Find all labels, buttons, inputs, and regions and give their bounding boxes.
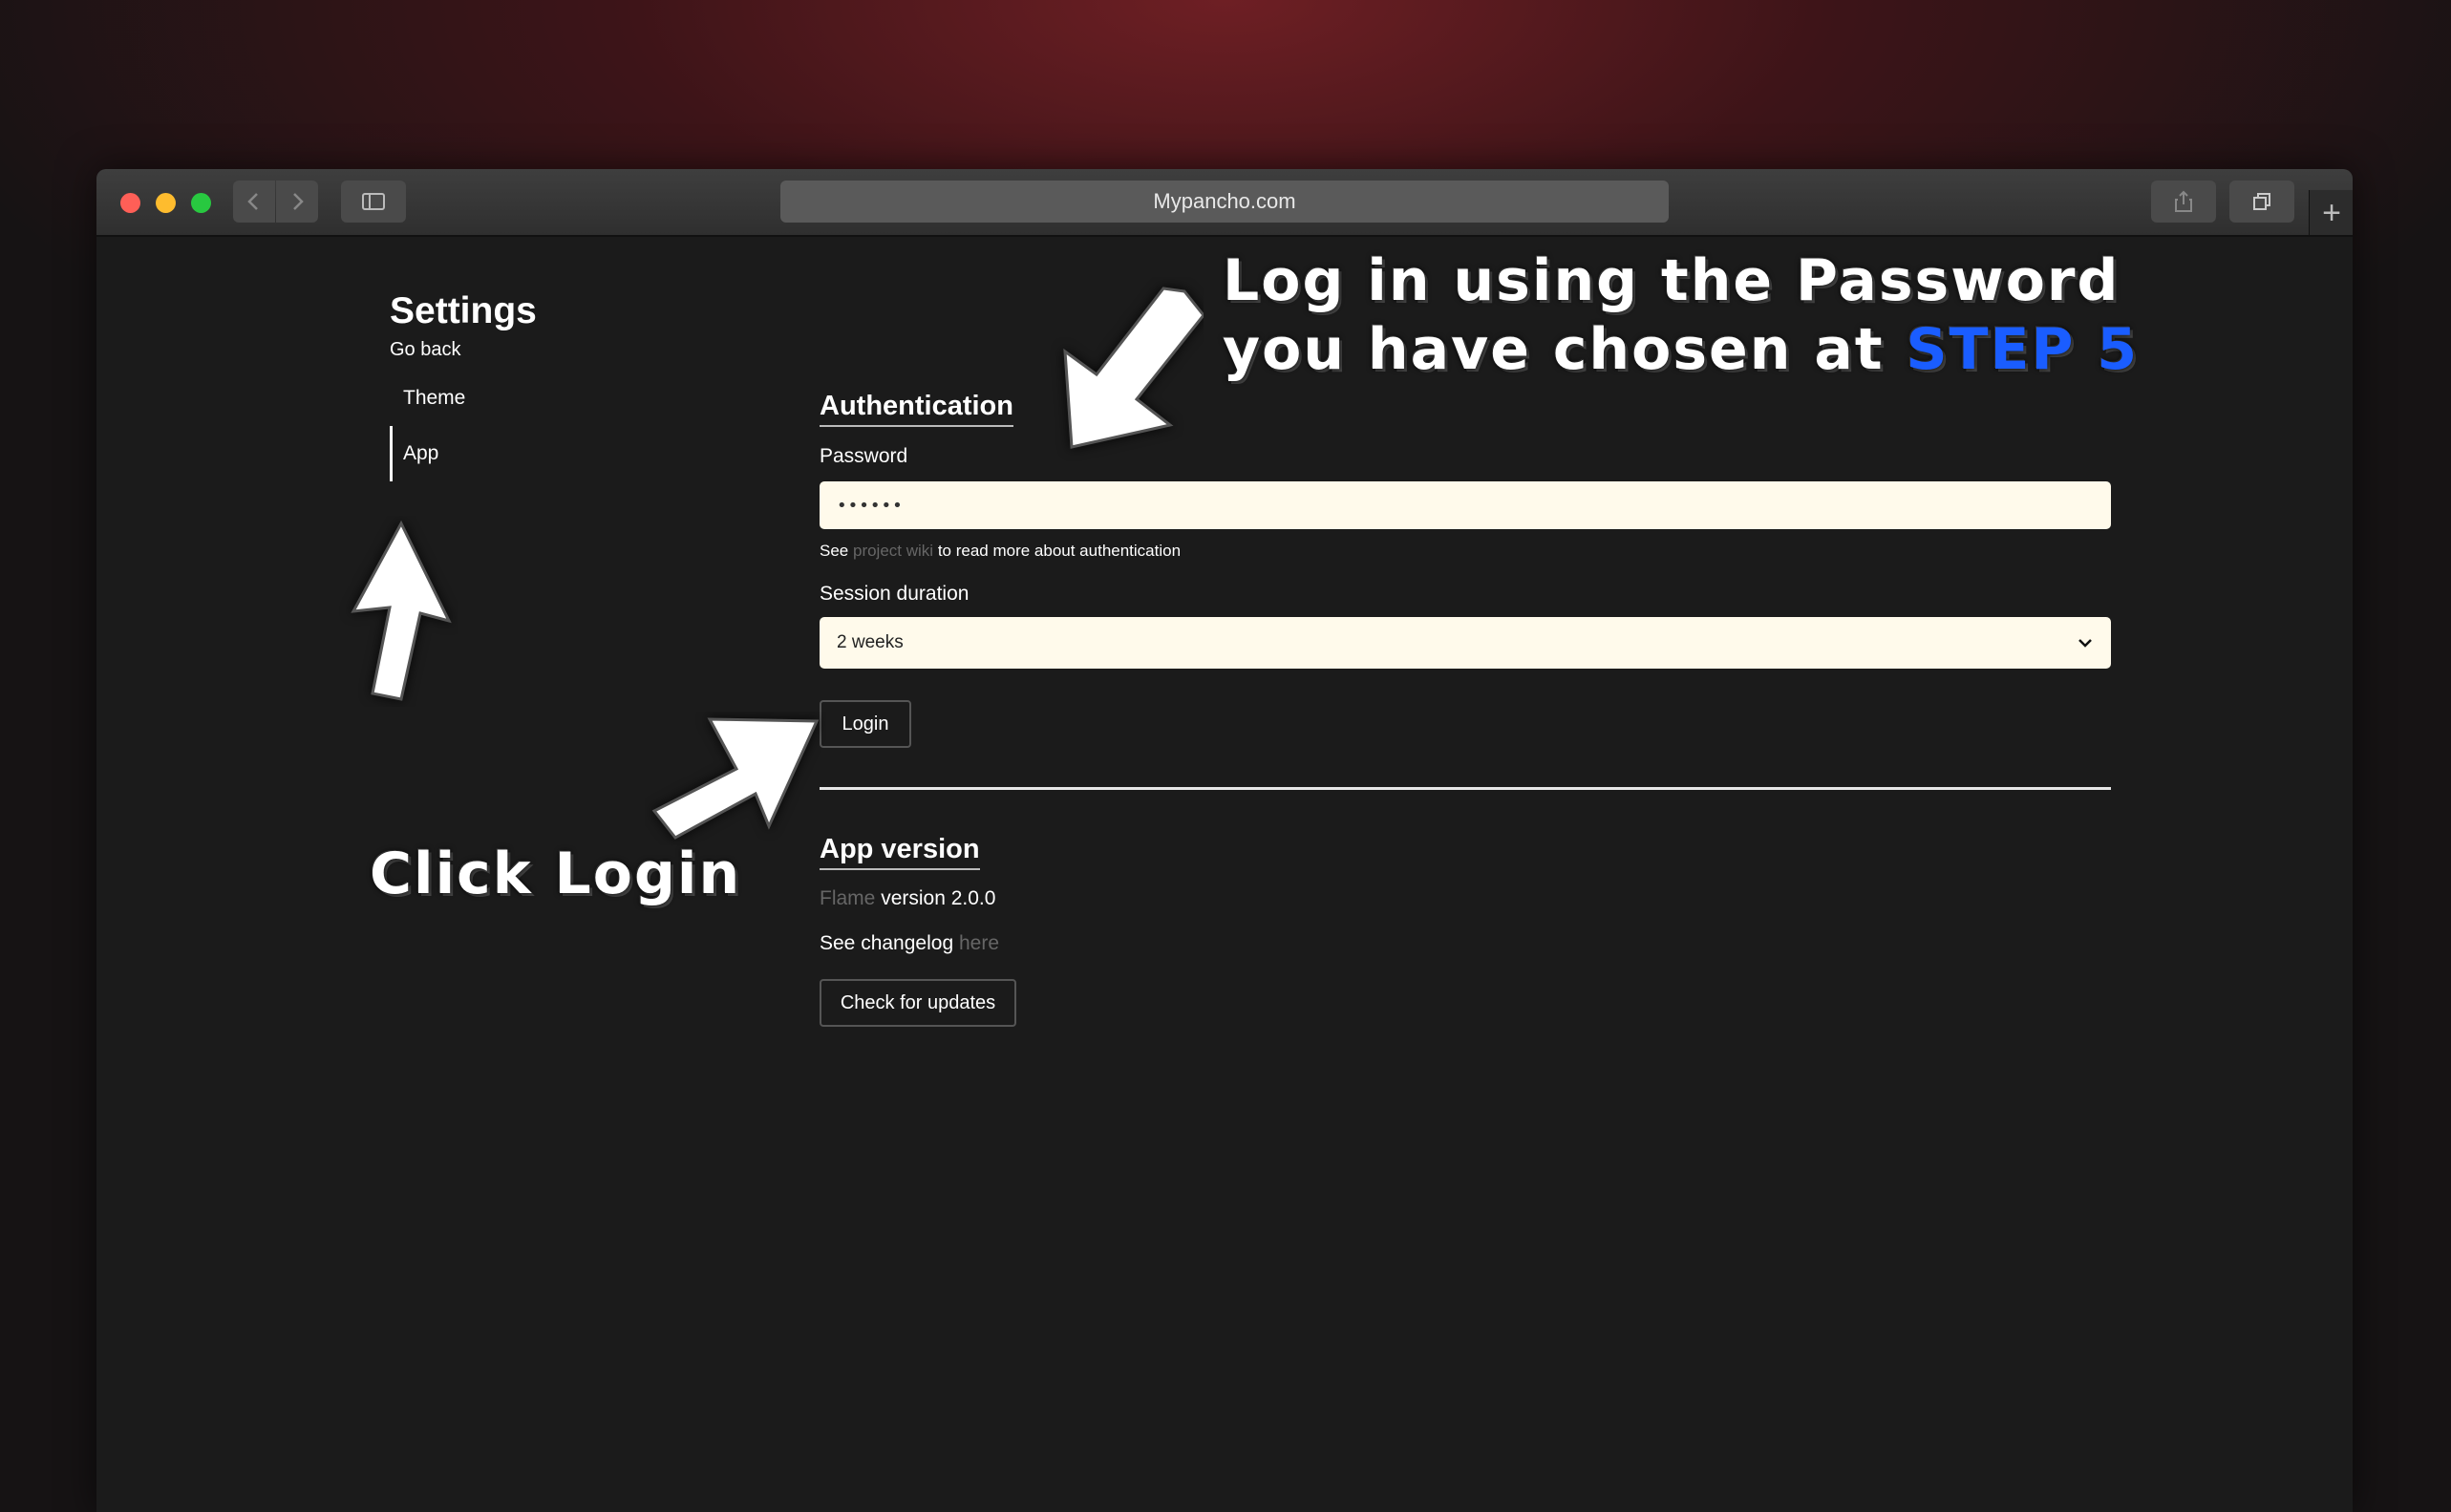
annotation-line-2-text: you have chosen at <box>1223 316 1885 383</box>
hint-prefix: See <box>820 542 849 560</box>
instruction-annotation-left: Click Login <box>370 841 742 907</box>
tab-overview-button[interactable] <box>2229 181 2294 223</box>
sidebar-icon <box>362 193 385 210</box>
settings-title: Settings <box>390 290 537 331</box>
go-back-link[interactable]: Go back <box>390 339 460 361</box>
changelog-line: See changelog here <box>820 932 999 955</box>
version-text: version 2.0.0 <box>881 887 996 909</box>
forward-button[interactable] <box>276 181 318 223</box>
chevron-left-icon <box>247 193 258 210</box>
arrow-to-app-tab-icon <box>351 520 452 701</box>
maximize-window-button[interactable] <box>191 193 211 213</box>
password-input[interactable] <box>820 481 2111 529</box>
chevron-down-icon <box>2078 639 2092 648</box>
browser-titlebar: Mypancho.com + <box>96 169 2353 237</box>
session-duration-label: Session duration <box>820 583 970 605</box>
tabs-icon <box>2253 193 2270 210</box>
project-wiki-link[interactable]: project wiki <box>853 542 933 560</box>
minimize-window-button[interactable] <box>156 193 176 213</box>
app-version-heading: App version <box>820 834 980 870</box>
share-button[interactable] <box>2151 181 2216 223</box>
session-duration-value: 2 weeks <box>837 632 904 652</box>
close-window-button[interactable] <box>120 193 140 213</box>
arrow-to-login-icon <box>651 717 820 840</box>
annotation-line-1: Log in using the Password <box>1223 247 2121 314</box>
sidebar-toggle-button[interactable] <box>341 181 406 223</box>
session-duration-select[interactable]: 2 weeks <box>820 617 2111 669</box>
address-bar[interactable]: Mypancho.com <box>780 181 1669 223</box>
password-label: Password <box>820 445 908 467</box>
app-name[interactable]: Flame <box>820 887 875 909</box>
hint-suffix: to read more about authentication <box>937 542 1182 560</box>
check-for-updates-button[interactable]: Check for updates <box>820 979 1016 1027</box>
authentication-heading: Authentication <box>820 391 1013 427</box>
version-line: Flame version 2.0.0 <box>820 887 995 910</box>
sidebar-item-app[interactable]: App <box>390 426 438 481</box>
changelog-prefix: See changelog <box>820 932 954 954</box>
arrow-to-authentication-icon <box>1063 287 1204 449</box>
auth-hint: See project wiki to read more about auth… <box>820 542 1181 561</box>
chevron-right-icon <box>293 193 304 210</box>
sidebar-item-theme[interactable]: Theme <box>390 371 465 426</box>
changelog-link[interactable]: here <box>959 932 999 954</box>
new-tab-button[interactable]: + <box>2309 190 2353 235</box>
section-divider <box>820 787 2111 790</box>
annotation-step: STEP 5 <box>1906 316 2140 383</box>
annotation-line-2: you have chosen at STEP 5 <box>1223 315 2139 384</box>
instruction-annotation-top: Log in using the Password you have chose… <box>1223 246 2139 384</box>
login-button[interactable]: Login <box>820 700 911 748</box>
share-icon <box>2175 190 2192 212</box>
back-button[interactable] <box>233 181 275 223</box>
